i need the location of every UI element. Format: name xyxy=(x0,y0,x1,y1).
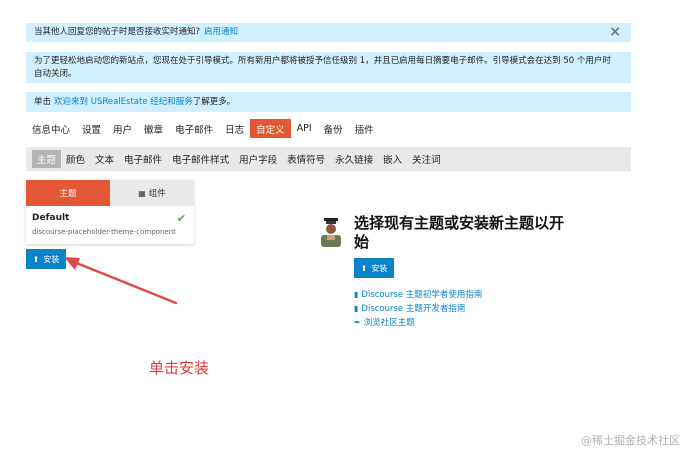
browse-community-themes-link[interactable]: ✒ 浏览社区主题 xyxy=(354,316,482,330)
book-icon: ▮ xyxy=(354,304,359,313)
book-icon: ▮ xyxy=(354,290,359,299)
developer-guide-label: Discourse 主题开发者指南 xyxy=(361,304,466,314)
empty-state-heading: 选择现有主题或安装新主题以开始 xyxy=(354,214,565,251)
beginner-guide-label: Discourse 主题初学者使用指南 xyxy=(361,290,483,300)
upload-icon: ⬆ xyxy=(360,263,368,273)
watermark: @稀土掘金技术社区 xyxy=(581,434,680,447)
empty-state-install-button[interactable]: ⬆ 安装 xyxy=(354,258,394,278)
browse-community-themes-label: 浏览社区主题 xyxy=(363,318,415,328)
person-icon xyxy=(321,218,341,247)
annotation-arrow xyxy=(64,257,178,305)
beginner-guide-link[interactable]: ▮ Discourse 主题初学者使用指南 xyxy=(354,288,482,302)
developer-guide-link[interactable]: ▮ Discourse 主题开发者指南 xyxy=(354,302,482,316)
help-links: ▮ Discourse 主题初学者使用指南 ▮ Discourse 主题开发者指… xyxy=(354,288,482,330)
empty-state-install-label: 安装 xyxy=(371,263,388,273)
paintbrush-icon: ✒ xyxy=(354,318,361,327)
annotation-text: 单击安装 xyxy=(149,359,210,377)
